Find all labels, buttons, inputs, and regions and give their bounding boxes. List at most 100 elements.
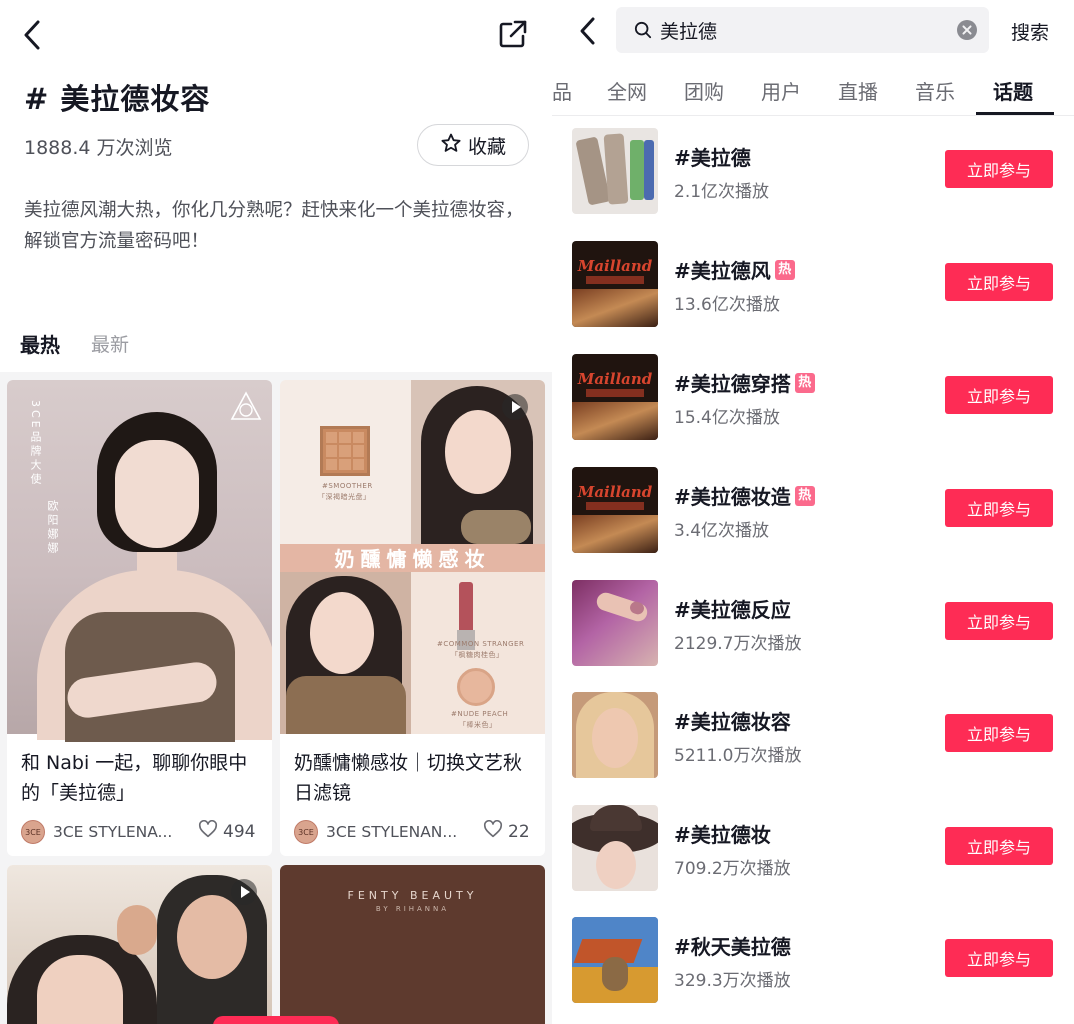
topic-thumbnail: Mailland bbox=[572, 467, 658, 553]
avatar: 3CE bbox=[21, 820, 45, 844]
brand-logo-icon bbox=[229, 390, 263, 424]
search-input[interactable]: 美拉德 bbox=[660, 17, 717, 44]
topic-name: #美拉德穿搭 bbox=[674, 372, 791, 396]
play-count: 2.1亿次播放 bbox=[674, 182, 770, 202]
topic-detail-page: # 美拉德妆容 1888.4 万次浏览 收藏 美拉德风潮大热，你化几分熟呢？赶快… bbox=[0, 0, 552, 1024]
join-button[interactable]: 立即参与 bbox=[945, 263, 1053, 301]
tab-topics[interactable]: 话题 bbox=[993, 76, 1033, 105]
cover-caption: 欧阳娜娜 bbox=[46, 500, 59, 556]
join-button[interactable]: 立即参与 bbox=[945, 376, 1053, 414]
play-count: 2129.7万次播放 bbox=[674, 634, 802, 654]
tab-live[interactable]: 直播 bbox=[838, 76, 878, 105]
cover-caption: BY RIHANNA bbox=[375, 905, 450, 913]
video-cover: 3CE品牌大使 欧阳娜娜 bbox=[7, 380, 272, 742]
play-count: 329.3万次播放 bbox=[674, 971, 791, 991]
view-count: 1888.4 万次浏览 bbox=[24, 137, 173, 159]
topic-result[interactable]: Mailland #美拉德妆造热 3.4亿次播放 立即参与 bbox=[552, 467, 1074, 579]
cover-caption: FENTY BEAUTY bbox=[347, 889, 478, 902]
video-card[interactable]: 3CE品牌大使 欧阳娜娜 和 Nabi 一起，聊聊你眼中的「美拉德」 3CE 3… bbox=[7, 380, 272, 856]
play-count: 13.6亿次播放 bbox=[674, 295, 780, 315]
search-button[interactable]: 搜索 bbox=[1011, 18, 1049, 45]
topic-name: #美拉德妆 bbox=[674, 823, 771, 847]
heart-icon bbox=[483, 819, 503, 843]
hot-badge: 热 bbox=[794, 485, 815, 506]
play-count: 709.2万次播放 bbox=[674, 859, 791, 879]
tab-music[interactable]: 音乐 bbox=[915, 76, 955, 105]
topic-result[interactable]: #美拉德反应 2129.7万次播放 立即参与 bbox=[552, 580, 1074, 692]
hot-badge: 热 bbox=[794, 372, 815, 393]
back-icon[interactable] bbox=[18, 18, 48, 52]
cover-caption: 3CE品牌大使 bbox=[29, 400, 42, 487]
join-button[interactable]: 立即参与 bbox=[945, 150, 1053, 188]
video-cover: #SMOOTHER 「深褐暗光盘」 奶醺慵懒感妆 #COMMON STRANGE… bbox=[280, 380, 545, 734]
video-card[interactable]: FENTY BEAUTY BY RIHANNA bbox=[280, 865, 545, 1024]
cover-caption: #COMMON STRANGER bbox=[437, 640, 525, 648]
tab-users[interactable]: 用户 bbox=[761, 76, 801, 105]
topic-thumbnail bbox=[572, 580, 658, 666]
join-button[interactable]: 立即参与 bbox=[945, 489, 1053, 527]
like-button[interactable]: 494 bbox=[198, 819, 256, 843]
cover-caption: 「深褐暗光盘」 bbox=[318, 493, 371, 501]
favorite-button[interactable]: 收藏 bbox=[417, 124, 529, 166]
topic-name: #美拉德妆容 bbox=[674, 710, 791, 734]
back-icon[interactable] bbox=[574, 14, 602, 48]
play-count: 3.4亿次播放 bbox=[674, 521, 770, 541]
search-bar[interactable]: 美拉德 bbox=[616, 7, 989, 53]
play-icon bbox=[231, 879, 257, 905]
join-button[interactable]: 立即参与 bbox=[945, 939, 1053, 977]
video-author[interactable]: 3CE 3CE STYLENA... bbox=[21, 820, 172, 844]
topic-result[interactable]: #美拉德 2.1亿次播放 立即参与 bbox=[552, 128, 1074, 240]
floating-action-button[interactable] bbox=[213, 1016, 339, 1024]
topic-name: #美拉德反应 bbox=[674, 598, 791, 622]
like-count: 494 bbox=[223, 821, 256, 842]
play-icon bbox=[502, 394, 528, 420]
topic-result[interactable]: #秋天美拉德 329.3万次播放 立即参与 bbox=[552, 917, 1074, 1024]
cover-caption: #SMOOTHER bbox=[322, 482, 373, 490]
star-icon bbox=[440, 132, 462, 159]
video-title: 奶醺慵懒感妆｜切换文艺秋日滤镜 bbox=[294, 752, 523, 804]
video-card[interactable] bbox=[7, 865, 272, 1024]
video-cover: FENTY BEAUTY BY RIHANNA bbox=[280, 865, 545, 1024]
video-card[interactable]: #SMOOTHER 「深褐暗光盘」 奶醺慵懒感妆 #COMMON STRANGE… bbox=[280, 380, 545, 856]
tab-goods[interactable]: 品 bbox=[552, 76, 572, 105]
topic-description: 美拉德风潮大热，你化几分熟呢？赶快来化一个美拉德妆容，解锁官方流量密码吧！ bbox=[24, 200, 524, 252]
cover-caption: #NUDE PEACH bbox=[451, 710, 509, 718]
video-title: 和 Nabi 一起，聊聊你眼中的「美拉德」 bbox=[21, 752, 248, 804]
author-name: 3CE STYLENAN... bbox=[326, 823, 458, 841]
join-button[interactable]: 立即参与 bbox=[945, 714, 1053, 752]
like-count: 22 bbox=[508, 821, 530, 842]
play-count: 5211.0万次播放 bbox=[674, 746, 802, 766]
video-author[interactable]: 3CE 3CE STYLENAN... bbox=[294, 820, 457, 844]
share-icon[interactable] bbox=[497, 18, 529, 50]
topic-thumbnail: Mailland bbox=[572, 241, 658, 327]
tab-new[interactable]: 最新 bbox=[91, 330, 129, 357]
topic-result[interactable]: Mailland #美拉德穿搭热 15.4亿次播放 立即参与 bbox=[552, 354, 1074, 466]
topic-result[interactable]: #美拉德妆 709.2万次播放 立即参与 bbox=[552, 805, 1074, 917]
topic-name: #美拉德妆造 bbox=[674, 485, 791, 509]
topic-result[interactable]: Mailland #美拉德风热 13.6亿次播放 立即参与 bbox=[552, 241, 1074, 353]
clear-icon[interactable] bbox=[957, 20, 977, 40]
tab-all[interactable]: 全网 bbox=[607, 76, 647, 105]
play-count: 15.4亿次播放 bbox=[674, 408, 780, 428]
thumbnail-caption: Mailland bbox=[577, 483, 653, 501]
search-results-page: 美拉德 搜索 品 全网 团购 用户 直播 音乐 话题 #美拉德 2.1亿次播放 … bbox=[552, 0, 1074, 1024]
topic-thumbnail: Mailland bbox=[572, 354, 658, 440]
favorite-label: 收藏 bbox=[467, 135, 506, 158]
tab-hot[interactable]: 最热 bbox=[20, 329, 60, 358]
thumbnail-caption: Mailland bbox=[577, 370, 653, 388]
topic-thumbnail bbox=[572, 805, 658, 891]
topic-name: #秋天美拉德 bbox=[674, 935, 791, 959]
join-button[interactable]: 立即参与 bbox=[945, 827, 1053, 865]
topic-result[interactable]: #美拉德妆容 5211.0万次播放 立即参与 bbox=[552, 692, 1074, 804]
join-button[interactable]: 立即参与 bbox=[945, 602, 1053, 640]
page-title: # 美拉德妆容 bbox=[24, 82, 211, 116]
topic-thumbnail bbox=[572, 917, 658, 1003]
like-button[interactable]: 22 bbox=[483, 819, 530, 843]
hot-badge: 热 bbox=[774, 259, 795, 280]
result-tabs: 品 全网 团购 用户 直播 音乐 话题 bbox=[552, 72, 1074, 116]
active-tab-indicator bbox=[976, 112, 1054, 115]
heart-icon bbox=[198, 819, 218, 843]
search-icon bbox=[634, 21, 652, 39]
tab-groupbuy[interactable]: 团购 bbox=[684, 76, 724, 105]
topic-name: #美拉德风 bbox=[674, 259, 771, 283]
